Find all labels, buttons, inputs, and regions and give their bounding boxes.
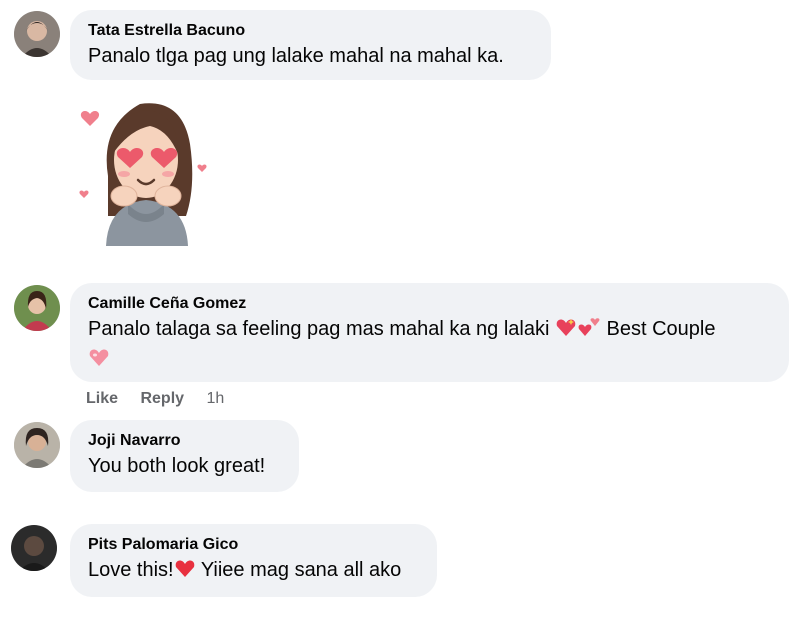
comment-text: Panalo talaga sa feeling pag mas mahal k…: [88, 316, 771, 376]
red-heart-icon: [174, 558, 196, 587]
comment-author[interactable]: Pits Palomaria Gico: [88, 535, 419, 555]
comment-bubble: Tata Estrella Bacuno Panalo tlga pag ung…: [70, 10, 551, 80]
comment-text-part: Love this!: [88, 559, 174, 581]
avatar[interactable]: [11, 525, 57, 571]
girl-with-heart-eyes-sticker: [78, 96, 213, 246]
avatar[interactable]: [14, 285, 60, 331]
comment-text-part: Best Couple: [606, 318, 716, 340]
comment-text: Love this! Yiiee mag sana all ako: [88, 557, 419, 587]
avatar[interactable]: [14, 11, 60, 57]
comment-actions: Like Reply 1h: [86, 390, 224, 408]
comment-bubble: Camille Ceña Gomez Panalo talaga sa feel…: [70, 283, 789, 382]
comment-text-part: Panalo talaga sa feeling pag mas mahal k…: [88, 318, 550, 340]
comment-bubble: Pits Palomaria Gico Love this! Yiiee mag…: [70, 524, 437, 597]
comment-text: You both look great!: [88, 455, 266, 477]
pink-heart-icon: [88, 347, 110, 376]
comment-author[interactable]: Joji Navarro: [88, 431, 281, 451]
like-button[interactable]: Like: [86, 390, 118, 407]
avatar[interactable]: [14, 422, 60, 468]
sparkling-heart-icon: [555, 317, 577, 346]
comment-text: Panalo tlga pag ung lalake mahal na maha…: [88, 45, 504, 67]
comment-text-part: Yiiee mag sana all ako: [200, 559, 402, 581]
revolving-hearts-icon: [577, 317, 601, 346]
comment-author[interactable]: Camille Ceña Gomez: [88, 294, 771, 314]
reply-button[interactable]: Reply: [140, 390, 184, 407]
comment-bubble: Joji Navarro You both look great!: [70, 420, 299, 492]
comment-timestamp[interactable]: 1h: [207, 390, 225, 407]
comment-author[interactable]: Tata Estrella Bacuno: [88, 21, 533, 41]
